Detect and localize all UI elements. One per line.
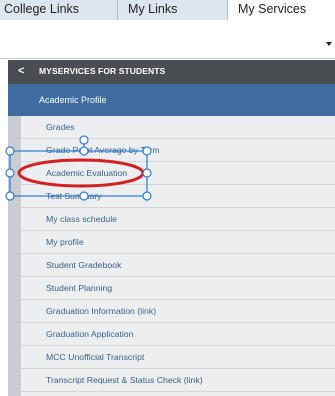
menu-header: < MYSERVICES FOR STUDENTS bbox=[8, 60, 335, 84]
resize-handle-bottom[interactable] bbox=[79, 191, 89, 201]
menu-item-label: My profile bbox=[46, 237, 84, 247]
menu-item-class-schedule[interactable]: My class schedule bbox=[21, 208, 335, 231]
menu-item-graduation-information[interactable]: Graduation Information (link) bbox=[21, 300, 335, 323]
caret-down-icon[interactable] bbox=[326, 42, 332, 46]
resize-handle-top-right[interactable] bbox=[142, 146, 152, 156]
menu-item-my-profile[interactable]: My profile bbox=[21, 231, 335, 254]
tab-my-services[interactable]: My Services bbox=[228, 0, 335, 20]
rotate-handle[interactable] bbox=[79, 135, 89, 145]
menu-item-transcript-request[interactable]: Transcript Request & Status Check (link) bbox=[21, 369, 335, 392]
section-label: Academic Profile bbox=[39, 95, 107, 105]
resize-handle-top[interactable] bbox=[79, 146, 89, 156]
services-panel: College Links My Links My Services < MYS… bbox=[0, 0, 335, 396]
menu-item-grades[interactable]: Grades bbox=[21, 116, 335, 139]
section-academic-profile[interactable]: Academic Profile bbox=[8, 84, 335, 116]
resize-handle-left[interactable] bbox=[5, 168, 15, 178]
menu-item-label: Student Gradebook bbox=[46, 260, 122, 270]
menu-item-label: Graduation Application bbox=[46, 329, 134, 339]
menu-item-label: Transcript Request & Status Check (link) bbox=[46, 375, 203, 385]
resize-handle-bottom-right[interactable] bbox=[142, 191, 152, 201]
menu-item-label: Academic Evaluation bbox=[46, 168, 128, 178]
menu-item-label: MCC Unofficial Transcript bbox=[46, 352, 145, 362]
back-chevron-icon[interactable]: < bbox=[18, 65, 24, 77]
menu-item-graduation-application[interactable]: Graduation Application bbox=[21, 323, 335, 346]
menu-item-student-planning[interactable]: Student Planning bbox=[21, 277, 335, 300]
menu-item-label: Student Planning bbox=[46, 283, 113, 293]
menu-item-academic-evaluation[interactable]: Academic Evaluation bbox=[21, 162, 335, 185]
menu-item-student-gradebook[interactable]: Student Gradebook bbox=[21, 254, 335, 277]
resize-handle-bottom-left[interactable] bbox=[5, 191, 15, 201]
menu-title: MYSERVICES FOR STUDENTS bbox=[39, 66, 166, 76]
menu-item-label: Graduation Information (link) bbox=[46, 306, 157, 316]
menu-item-unofficial-transcript[interactable]: MCC Unofficial Transcript bbox=[21, 346, 335, 369]
menu-item-label: Grades bbox=[46, 122, 75, 132]
tab-bar: College Links My Links My Services bbox=[0, 0, 335, 20]
resize-handle-right[interactable] bbox=[142, 168, 152, 178]
tab-my-links[interactable]: My Links bbox=[118, 0, 228, 20]
services-dropdown[interactable] bbox=[0, 20, 335, 59]
resize-handle-top-left[interactable] bbox=[5, 146, 15, 156]
tab-college-links[interactable]: College Links bbox=[0, 0, 118, 20]
menu-item-label: My class schedule bbox=[46, 214, 117, 224]
menu-list: Grades Grade Point Average by Term Acade… bbox=[21, 116, 335, 396]
